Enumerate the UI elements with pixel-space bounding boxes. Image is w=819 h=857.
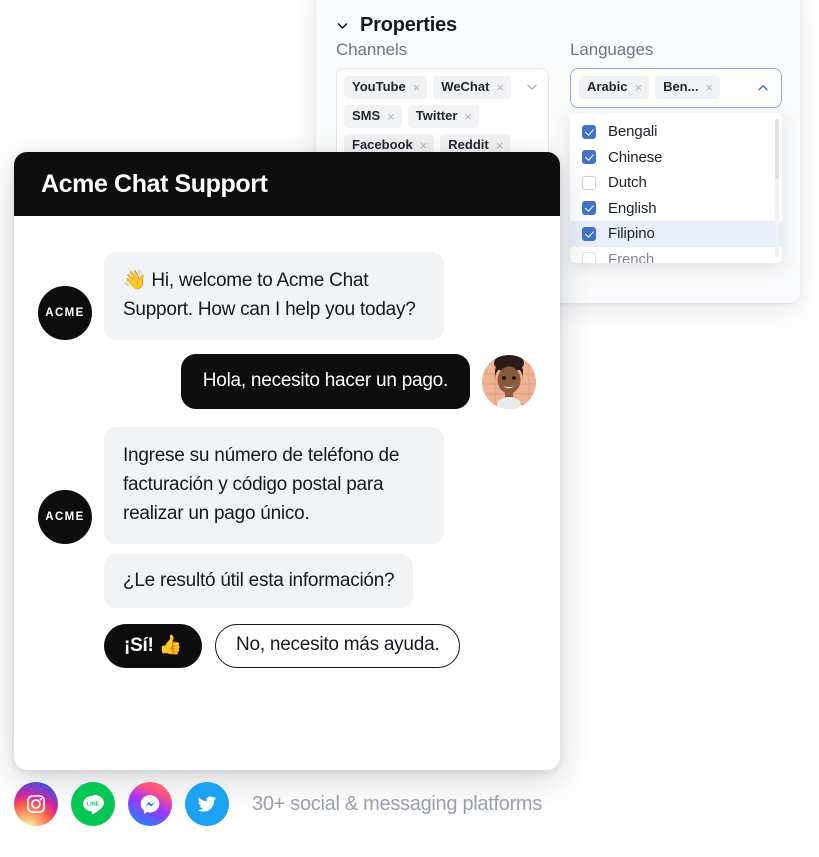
- dropdown-scrollbar[interactable]: [775, 119, 779, 257]
- chat-title: Acme Chat Support: [41, 169, 268, 198]
- chevron-down-icon[interactable]: [336, 19, 349, 32]
- chip-label: Reddit: [448, 137, 489, 152]
- checkbox-checked-icon[interactable]: [582, 124, 596, 139]
- message-bubble: 👋 Hi, welcome to Acme Chat Support. How …: [104, 252, 444, 340]
- dropdown-scrollbar-thumb[interactable]: [775, 119, 779, 179]
- message-bubble: Hola, necesito hacer un pago.: [180, 354, 470, 409]
- dropdown-option-label: Chinese: [608, 148, 663, 166]
- social-platforms-footer: LINE 30+ social & messaging platforms: [14, 782, 542, 826]
- chip-remove-icon[interactable]: ×: [420, 139, 428, 152]
- dropdown-option-chinese[interactable]: Chinese: [570, 145, 782, 171]
- chip-label: Arabic: [587, 79, 628, 94]
- languages-label: Languages: [570, 40, 654, 59]
- chip-label: WeChat: [441, 79, 490, 94]
- message-bubble: ¿Le resultó útil esta información?: [104, 554, 414, 608]
- checkbox-unchecked-icon[interactable]: [582, 252, 596, 263]
- avatar: ACME: [38, 490, 92, 544]
- chip-label: SMS: [352, 108, 381, 123]
- page-title: Properties: [360, 14, 457, 36]
- twitter-glyph: [197, 796, 217, 812]
- user-photo-icon: [482, 355, 536, 409]
- channels-chip-list: YouTube × WeChat × SMS × Twitter × Faceb…: [344, 76, 541, 157]
- dropdown-option-english[interactable]: English: [570, 196, 782, 222]
- chip-label: YouTube: [352, 79, 406, 94]
- checkbox-checked-icon[interactable]: [582, 226, 596, 241]
- dropdown-option-label: Dutch: [608, 174, 647, 192]
- quick-reply-group: ¡Sí! 👍 No, necesito más ayuda.: [14, 614, 560, 668]
- languages-multiselect[interactable]: Arabic × Ben... ×: [570, 68, 782, 108]
- chip-remove-icon[interactable]: ×: [634, 81, 642, 94]
- channels-multiselect[interactable]: YouTube × WeChat × SMS × Twitter × Faceb…: [336, 68, 549, 164]
- dropdown-option-dutch[interactable]: Dutch: [570, 170, 782, 196]
- chip-arabic[interactable]: Arabic ×: [579, 76, 650, 99]
- line-icon[interactable]: LINE: [71, 782, 115, 826]
- chat-header: Acme Chat Support: [14, 152, 560, 216]
- chip-remove-icon[interactable]: ×: [496, 139, 504, 152]
- languages-dropdown[interactable]: Bengali Chinese Dutch English Filipino F…: [570, 113, 782, 263]
- chip-label: Twitter: [415, 108, 458, 123]
- chevron-up-icon[interactable]: [756, 81, 770, 95]
- instagram-icon[interactable]: [14, 782, 58, 826]
- chip-sms[interactable]: SMS ×: [344, 105, 402, 128]
- chip-bengali[interactable]: Ben... ×: [655, 76, 721, 99]
- social-platforms-caption: 30+ social & messaging platforms: [252, 792, 542, 815]
- chevron-down-icon[interactable]: [525, 80, 539, 94]
- message-row-bot-billing: ACME Ingrese su número de teléfono de fa…: [14, 427, 560, 544]
- twitter-icon[interactable]: [185, 782, 229, 826]
- checkbox-checked-icon[interactable]: [582, 201, 596, 216]
- chip-remove-icon[interactable]: ×: [387, 110, 395, 123]
- checkbox-unchecked-icon[interactable]: [582, 175, 596, 190]
- chip-label: Facebook: [352, 137, 413, 152]
- message-bubble: Ingrese su número de teléfono de factura…: [104, 427, 444, 544]
- messenger-glyph: [140, 795, 160, 814]
- dropdown-option-bengali[interactable]: Bengali: [570, 119, 782, 145]
- chip-remove-icon[interactable]: ×: [413, 81, 421, 94]
- dropdown-option-french[interactable]: French: [570, 247, 782, 263]
- chip-youtube[interactable]: YouTube ×: [344, 76, 428, 99]
- messenger-icon[interactable]: [128, 782, 172, 826]
- dropdown-option-label: Bengali: [608, 123, 658, 141]
- chip-remove-icon[interactable]: ×: [496, 81, 504, 94]
- chat-message-list: ACME 👋 Hi, welcome to Acme Chat Support.…: [14, 216, 560, 668]
- properties-header[interactable]: Properties: [336, 14, 457, 37]
- chip-twitter[interactable]: Twitter ×: [407, 105, 480, 128]
- message-row-bot-greeting: ACME 👋 Hi, welcome to Acme Chat Support.…: [14, 252, 560, 340]
- dropdown-option-label: Filipino: [608, 225, 655, 243]
- dropdown-option-label: English: [608, 199, 657, 217]
- svg-text:LINE: LINE: [87, 801, 100, 807]
- avatar: [482, 355, 536, 409]
- message-row-bot-feedback: ¿Le resultó útil esta información?: [14, 554, 560, 608]
- quick-reply-no-button[interactable]: No, necesito más ayuda.: [215, 624, 461, 668]
- dropdown-option-label: French: [608, 250, 655, 263]
- chat-window: Acme Chat Support ACME 👋 Hi, welcome to …: [14, 152, 560, 770]
- chip-remove-icon[interactable]: ×: [464, 110, 472, 123]
- message-row-user-payment: Hola, necesito hacer un pago.: [14, 354, 560, 409]
- quick-reply-yes-button[interactable]: ¡Sí! 👍: [104, 624, 203, 668]
- chip-label: Ben...: [663, 79, 699, 94]
- dropdown-option-filipino[interactable]: Filipino: [570, 221, 782, 247]
- instagram-glyph: [27, 795, 45, 813]
- checkbox-checked-icon[interactable]: [582, 150, 596, 165]
- chip-wechat[interactable]: WeChat ×: [433, 76, 512, 99]
- avatar: ACME: [38, 286, 92, 340]
- channels-label: Channels: [336, 40, 408, 59]
- chip-remove-icon[interactable]: ×: [705, 81, 713, 94]
- line-glyph: LINE: [83, 794, 105, 815]
- languages-chip-list: Arabic × Ben... ×: [579, 76, 773, 99]
